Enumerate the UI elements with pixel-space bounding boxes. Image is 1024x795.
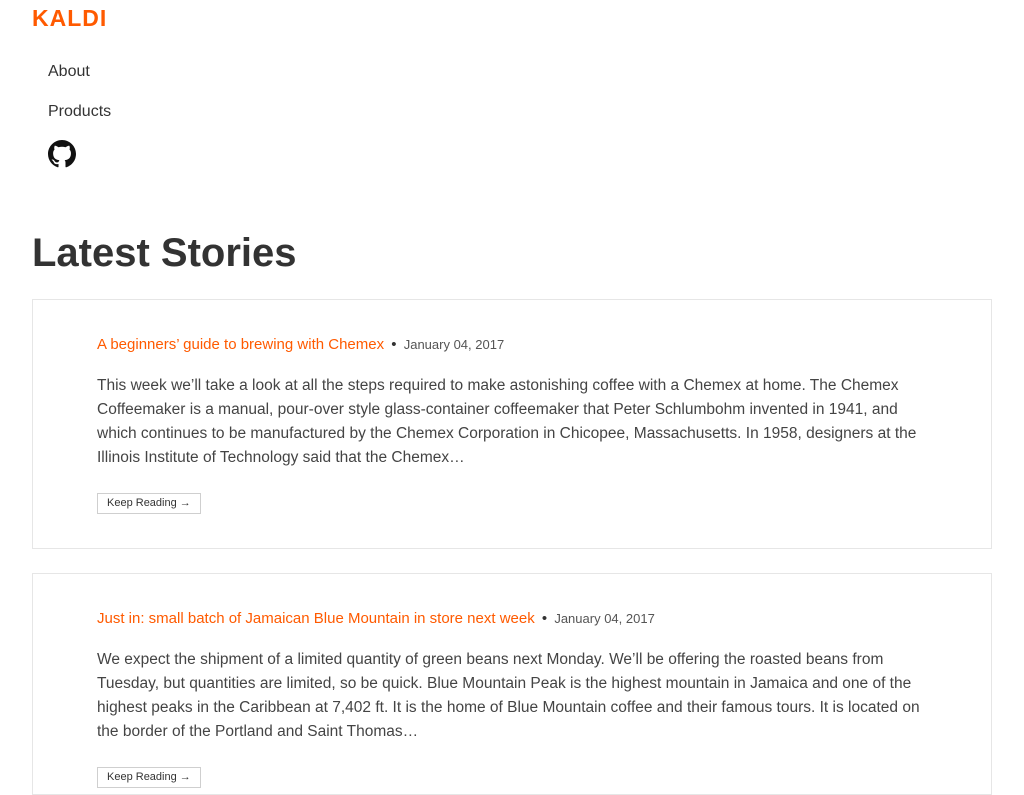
story-excerpt: This week we’ll take a look at all the s… <box>97 377 917 466</box>
story-date: January 04, 2017 <box>403 337 505 352</box>
nav-item-about[interactable]: About <box>48 60 111 100</box>
story-title-link[interactable]: A beginners’ guide to brewing with Cheme… <box>97 336 384 353</box>
story-separator: • <box>391 336 397 353</box>
story-excerpt: We expect the shipment of a limited quan… <box>97 651 920 740</box>
nav-item-products[interactable]: Products <box>48 100 111 140</box>
story-header: A beginners’ guide to brewing with Cheme… <box>97 334 927 356</box>
kaldi-logo[interactable]: KALDI <box>32 6 107 30</box>
github-icon-svg <box>48 140 76 168</box>
github-icon[interactable] <box>48 140 76 168</box>
keep-reading-button[interactable]: Keep Reading → <box>97 767 201 788</box>
story-content: Just in: small batch of Jamaican Blue Mo… <box>97 608 927 788</box>
main-nav: About Products <box>48 60 111 140</box>
keep-reading-button[interactable]: Keep Reading → <box>97 493 201 514</box>
story-header: Just in: small batch of Jamaican Blue Mo… <box>97 608 927 630</box>
story-content: A beginners’ guide to brewing with Cheme… <box>97 334 927 514</box>
story-card: Just in: small batch of Jamaican Blue Mo… <box>32 573 992 795</box>
page-title: Latest Stories <box>32 231 297 275</box>
story-separator: • <box>541 610 548 627</box>
story-title-link[interactable]: Just in: small batch of Jamaican Blue Mo… <box>97 610 535 627</box>
story-date: January 04, 2017 <box>554 611 655 626</box>
story-card: A beginners’ guide to brewing with Cheme… <box>32 299 992 549</box>
